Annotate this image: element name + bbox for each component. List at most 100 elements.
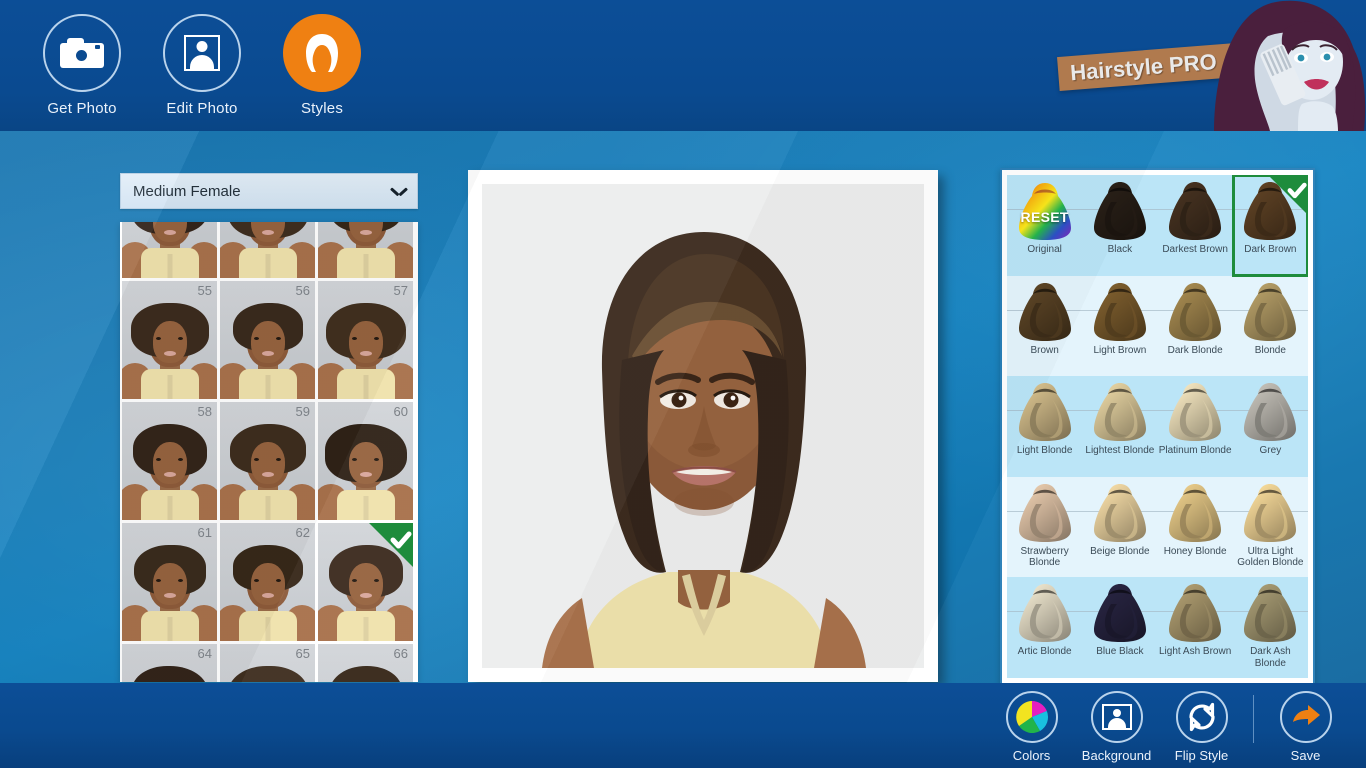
nav-label: Get Photo [47, 100, 117, 117]
hair-swatch-icon [1244, 483, 1297, 542]
tool-label: Save [1290, 748, 1321, 763]
color-label: Platinum Blonde [1158, 445, 1232, 457]
style-thumbnail[interactable]: 66 [318, 644, 413, 682]
color-swatch[interactable]: Light Blonde [1007, 376, 1082, 477]
color-swatch[interactable]: Honey Blonde [1158, 477, 1233, 578]
color-swatch[interactable]: Blonde [1233, 276, 1308, 377]
hair-swatch-icon [1169, 483, 1222, 542]
color-swatch[interactable]: Lightest Blonde [1082, 376, 1157, 477]
color-swatch[interactable]: Beige Blonde [1082, 477, 1157, 578]
get-photo-button[interactable] [43, 14, 121, 92]
color-label: Dark Blonde [1167, 344, 1223, 356]
nav-get-photo[interactable]: Get Photo [22, 14, 142, 117]
style-thumbnail[interactable]: 62 [220, 523, 315, 641]
flip-style-button-circle[interactable] [1175, 691, 1228, 743]
style-thumbnail[interactable]: 57 [318, 281, 413, 399]
style-thumbnail[interactable] [220, 222, 315, 278]
color-swatch[interactable]: Dark Blonde [1158, 276, 1233, 377]
hair-icon [306, 34, 338, 72]
color-label: Brown [1030, 344, 1059, 356]
thumbnail-portrait [318, 222, 413, 278]
thumbnail-portrait [220, 402, 315, 520]
color-label: Lightest Blonde [1085, 445, 1155, 457]
brand-logo: Hairstyle PRO [1036, 0, 1366, 131]
color-swatch[interactable]: RESET Original [1007, 175, 1082, 276]
hair-swatch-icon [1169, 182, 1222, 240]
portrait-icon [1101, 704, 1132, 730]
main-photo[interactable] [482, 184, 924, 668]
bottom-toolbar: Colors Background Flip Style Save [0, 683, 1366, 768]
style-number: 57 [393, 283, 408, 298]
style-thumbnail[interactable]: 55 [122, 281, 217, 399]
color-swatch[interactable]: Artic Blonde [1007, 577, 1082, 678]
style-thumbnail[interactable]: 64 [122, 644, 217, 682]
color-label: Black [1107, 244, 1133, 255]
style-category-value: Medium Female [133, 182, 241, 200]
save-button[interactable]: Save [1263, 691, 1348, 763]
color-swatch[interactable]: Black [1082, 175, 1157, 276]
save-button-circle[interactable] [1279, 691, 1332, 743]
hair-swatch-icon [1169, 383, 1222, 442]
style-thumbnail[interactable]: 60 [318, 402, 413, 520]
color-row: Light Blonde Lightest Blonde Platinum Blon… [1007, 376, 1308, 477]
hair-swatch-icon [1169, 584, 1222, 643]
style-thumbnail[interactable]: 65 [220, 644, 315, 682]
style-thumbnail-grid: 55 56 57 58 59 60 61 62 63 64 65 66 [122, 222, 413, 682]
color-label: Dark Ash Blonde [1250, 646, 1291, 669]
style-thumbnail[interactable]: 61 [122, 523, 217, 641]
preview-portrait-image [482, 184, 924, 668]
background-button-circle[interactable] [1090, 691, 1143, 743]
thumbnail-portrait [122, 281, 217, 399]
color-swatch[interactable]: Strawberry Blonde [1007, 477, 1082, 578]
style-thumbnail[interactable]: 59 [220, 402, 315, 520]
style-thumbnail[interactable]: 63 [318, 523, 413, 641]
color-label: Artic Blonde [1017, 646, 1072, 658]
nav-label: Styles [300, 100, 344, 117]
background-button[interactable]: Background [1074, 691, 1159, 763]
style-number: 61 [197, 525, 212, 540]
hair-swatch-icon [1093, 282, 1146, 341]
flip-style-button[interactable]: Flip Style [1159, 691, 1244, 763]
thumbnail-portrait [122, 523, 217, 641]
color-swatch[interactable]: Ultra Light Golden Blonde [1233, 477, 1308, 578]
color-swatch[interactable]: Darkest Brown [1158, 175, 1233, 276]
nav-edit-photo[interactable]: Edit Photo [142, 14, 262, 117]
styles-button[interactable] [283, 14, 361, 92]
style-number: 55 [197, 283, 212, 298]
reset-swatch-icon [1018, 183, 1071, 240]
style-thumbnail[interactable] [122, 222, 217, 278]
style-number: 56 [295, 283, 310, 298]
app-root: Get Photo Edit Photo Styles Hairstyle PR… [0, 0, 1366, 768]
hair-swatch-icon [1244, 282, 1297, 341]
hair-color-grid: RESET Original Black Darkest Brown Dark Brow… [1007, 175, 1308, 679]
hair-swatch-icon [1244, 383, 1297, 442]
hair-swatch-icon [1169, 282, 1222, 341]
edit-photo-button[interactable] [163, 14, 241, 92]
colors-button[interactable]: Colors [989, 691, 1074, 763]
colors-button-circle[interactable] [1005, 691, 1058, 743]
nav-styles[interactable]: Styles [262, 14, 382, 117]
hair-swatch-icon [1018, 383, 1071, 442]
color-label: Original [1027, 244, 1062, 255]
color-swatch[interactable]: Brown [1007, 276, 1082, 377]
check-icon [369, 523, 413, 567]
color-swatch[interactable]: Light Ash Brown [1158, 577, 1233, 678]
color-swatch[interactable]: Light Brown [1082, 276, 1157, 377]
style-thumbnail[interactable]: 56 [220, 281, 315, 399]
style-category-select[interactable]: Medium Female [120, 173, 418, 209]
color-swatch[interactable]: Platinum Blonde [1158, 376, 1233, 477]
hair-swatch-icon [1018, 282, 1071, 341]
style-thumbnail[interactable] [318, 222, 413, 278]
color-label: Beige Blonde [1090, 545, 1150, 557]
style-thumbnail[interactable]: 58 [122, 402, 217, 520]
color-swatch[interactable]: Blue Black [1082, 577, 1157, 678]
color-swatch[interactable]: Grey [1233, 376, 1308, 477]
style-thumbnail-panel[interactable]: 55 56 57 58 59 60 61 62 63 64 65 66 [120, 222, 418, 682]
hair-swatch-icon [1093, 383, 1146, 442]
tool-label: Background [1081, 748, 1152, 763]
color-swatch[interactable]: Dark Brown [1231, 175, 1308, 277]
hair-swatch-icon [1093, 483, 1146, 542]
color-swatch[interactable]: Dark Ash Blonde [1233, 577, 1308, 678]
portrait-icon [184, 35, 220, 71]
style-number: 60 [393, 404, 408, 419]
